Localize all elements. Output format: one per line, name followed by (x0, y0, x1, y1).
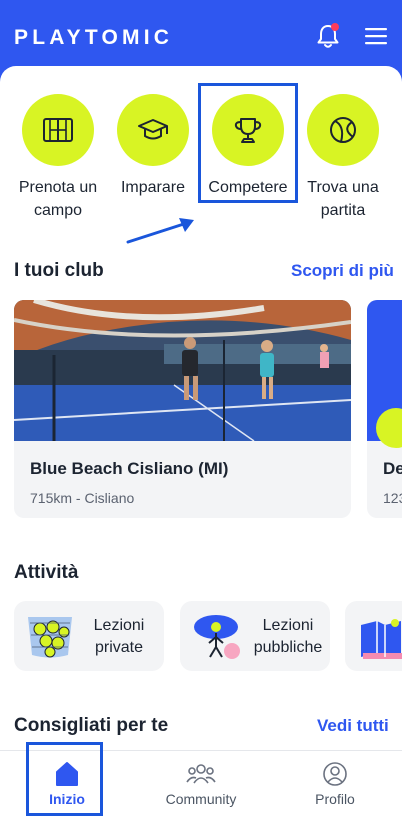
club-name: De (383, 459, 402, 478)
group-lesson-icon (194, 615, 240, 659)
community-icon (186, 764, 216, 784)
club-card[interactable]: De 123 (367, 300, 402, 518)
activity-card[interactable] (345, 601, 402, 671)
notification-badge (331, 23, 339, 31)
main-content: Prenota un campo Imparare Competere Trov… (0, 66, 402, 816)
quick-action-learn[interactable]: Imparare (107, 94, 199, 199)
activity-public-lessons[interactable]: Lezioni pubbliche (180, 601, 330, 671)
nav-tab-profile[interactable]: Profilo (268, 751, 402, 816)
quick-action-label: Imparare (120, 179, 186, 196)
ball-basket-icon (28, 617, 72, 658)
discover-more-link[interactable]: Scopri di più (291, 261, 394, 281)
club-name: Blue Beach Cisliano (MI) (30, 459, 229, 478)
quick-action-find-match[interactable]: Trova una partita (297, 94, 389, 222)
club-photo (14, 300, 351, 441)
club-card[interactable]: Blue Beach Cisliano (MI) 715km - Cislian… (14, 300, 351, 518)
nav-label: Profilo (315, 791, 355, 807)
ball-icon (307, 94, 379, 166)
activity-label: Lezioni private (93, 617, 145, 656)
quick-action-label: Trova una partita (307, 179, 379, 219)
clubs-section-title: I tuoi club (14, 260, 104, 281)
quick-action-book-court[interactable]: Prenota un campo (12, 94, 104, 222)
quick-action-label: Prenota un campo (18, 179, 98, 219)
club-detail: 123 (383, 490, 402, 506)
activities-section-title: Attività (14, 562, 79, 583)
see-all-link[interactable]: Vedi tutti (317, 716, 389, 736)
nav-label: Community (165, 791, 237, 807)
home-tab-highlight-box (26, 742, 103, 816)
nav-tab-community[interactable]: Community (134, 751, 268, 816)
club-detail: 715km - Cisliano (30, 490, 135, 506)
activity-label: Lezioni pubbliche (253, 617, 323, 656)
activity-private-lessons[interactable]: Lezioni private (14, 601, 164, 671)
profile-icon (323, 762, 347, 786)
hamburger-menu-icon[interactable] (362, 24, 390, 48)
graduation-cap-icon (117, 94, 189, 166)
annotation-arrow-icon (126, 218, 194, 244)
club-badge-icon (376, 408, 402, 448)
court-map-icon (361, 619, 402, 659)
recommended-section-title: Consigliati per te (14, 715, 169, 736)
court-icon (22, 94, 94, 166)
app-logo: PLAYTOMIC (14, 26, 174, 49)
app-header: PLAYTOMIC (0, 0, 402, 72)
compete-highlight-box (198, 83, 298, 203)
